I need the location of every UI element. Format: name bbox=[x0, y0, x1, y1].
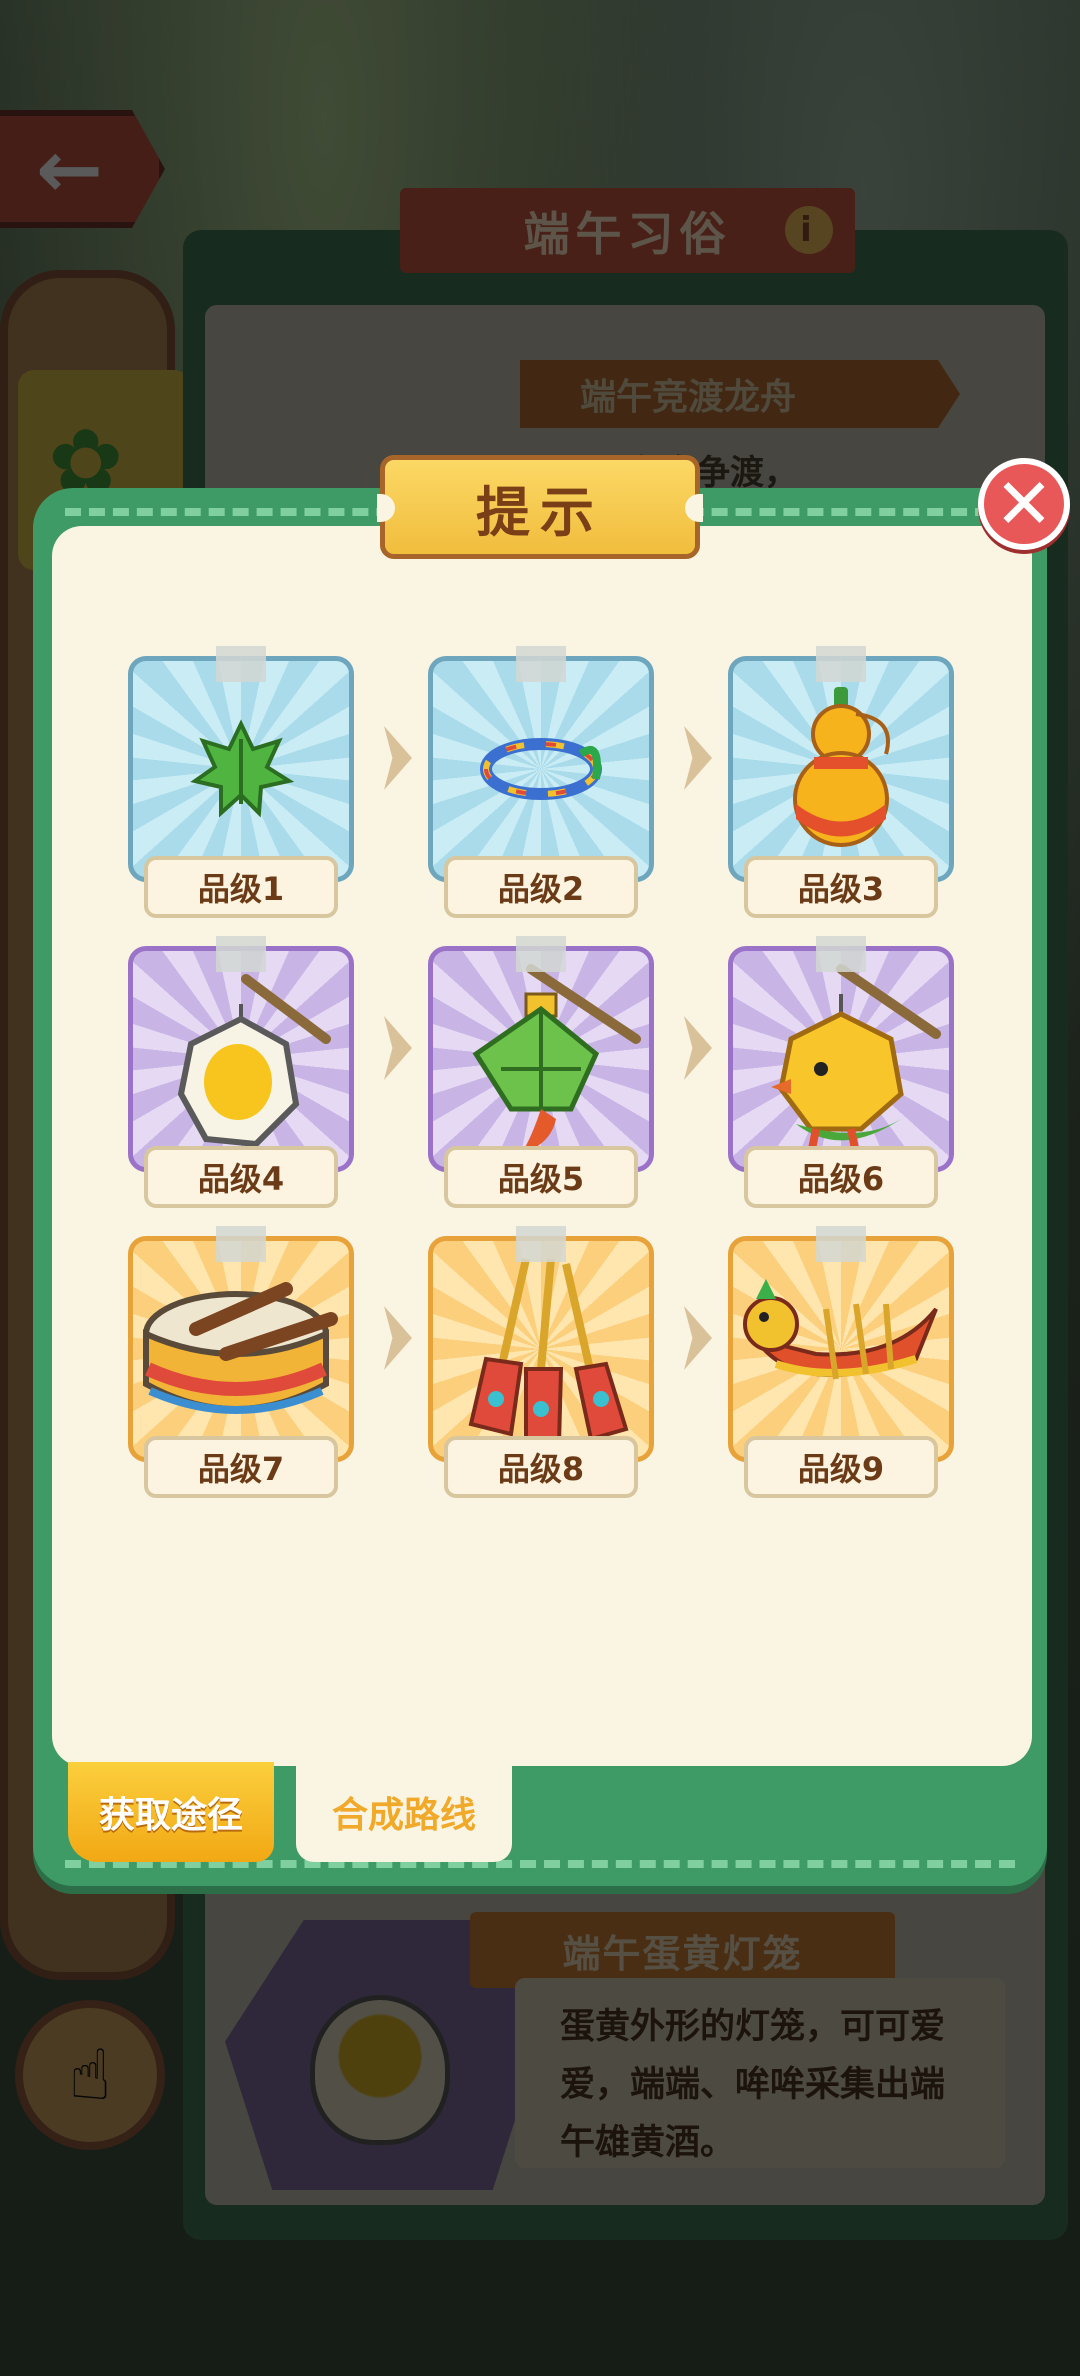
close-button[interactable]: ✕ bbox=[978, 458, 1070, 550]
tape-decoration bbox=[816, 936, 866, 972]
tab-synthesis-route[interactable]: 合成路线 bbox=[296, 1762, 512, 1862]
item-tier-6[interactable]: 品级6 bbox=[728, 936, 954, 1208]
item-frame bbox=[428, 946, 654, 1172]
item-frame bbox=[128, 1236, 354, 1462]
item-frame bbox=[128, 946, 354, 1172]
tape-decoration bbox=[216, 646, 266, 682]
item-tier-7[interactable]: 品级7 bbox=[128, 1226, 354, 1498]
item-frame bbox=[428, 1236, 654, 1462]
paddles-icon bbox=[433, 1241, 649, 1457]
item-label: 品级3 bbox=[744, 856, 938, 918]
egg-lantern-icon bbox=[133, 951, 349, 1167]
item-label: 品级1 bbox=[144, 856, 338, 918]
item-label: 品级7 bbox=[144, 1436, 338, 1498]
item-frame bbox=[728, 1236, 954, 1462]
tape-decoration bbox=[816, 646, 866, 682]
dragon-boat-icon bbox=[733, 1241, 949, 1457]
tape-decoration bbox=[216, 1226, 266, 1262]
item-label: 品级5 bbox=[444, 1146, 638, 1208]
tape-decoration bbox=[516, 936, 566, 972]
item-label: 品级6 bbox=[744, 1146, 938, 1208]
item-tier-8[interactable]: 品级8 bbox=[428, 1226, 654, 1498]
item-label: 品级8 bbox=[444, 1436, 638, 1498]
item-label: 品级2 bbox=[444, 856, 638, 918]
gourd-icon bbox=[733, 661, 949, 877]
tape-decoration bbox=[216, 936, 266, 972]
item-tier-5[interactable]: 品级5 bbox=[428, 936, 654, 1208]
item-frame bbox=[728, 656, 954, 882]
drum-icon bbox=[133, 1241, 349, 1457]
tab-obtain-method[interactable]: 获取途径 bbox=[68, 1762, 274, 1862]
zongzi-lantern-icon bbox=[433, 951, 649, 1167]
modal-title: 提示 bbox=[377, 455, 703, 559]
item-tier-3[interactable]: 品级3 bbox=[728, 646, 954, 918]
item-frame bbox=[128, 656, 354, 882]
item-tier-9[interactable]: 品级9 bbox=[728, 1226, 954, 1498]
tape-decoration bbox=[516, 1226, 566, 1262]
item-tier-1[interactable]: 品级1 bbox=[128, 646, 354, 918]
item-frame bbox=[428, 656, 654, 882]
item-label: 品级4 bbox=[144, 1146, 338, 1208]
item-frame bbox=[728, 946, 954, 1172]
item-tier-4[interactable]: 品级4 bbox=[128, 936, 354, 1208]
item-label: 品级9 bbox=[744, 1436, 938, 1498]
tape-decoration bbox=[516, 646, 566, 682]
item-tier-2[interactable]: 品级2 bbox=[428, 646, 654, 918]
close-icon: ✕ bbox=[994, 463, 1054, 545]
duck-lantern-icon bbox=[733, 951, 949, 1167]
bracelet-icon bbox=[433, 661, 649, 877]
tape-decoration bbox=[816, 1226, 866, 1262]
leaf-icon bbox=[133, 661, 349, 877]
